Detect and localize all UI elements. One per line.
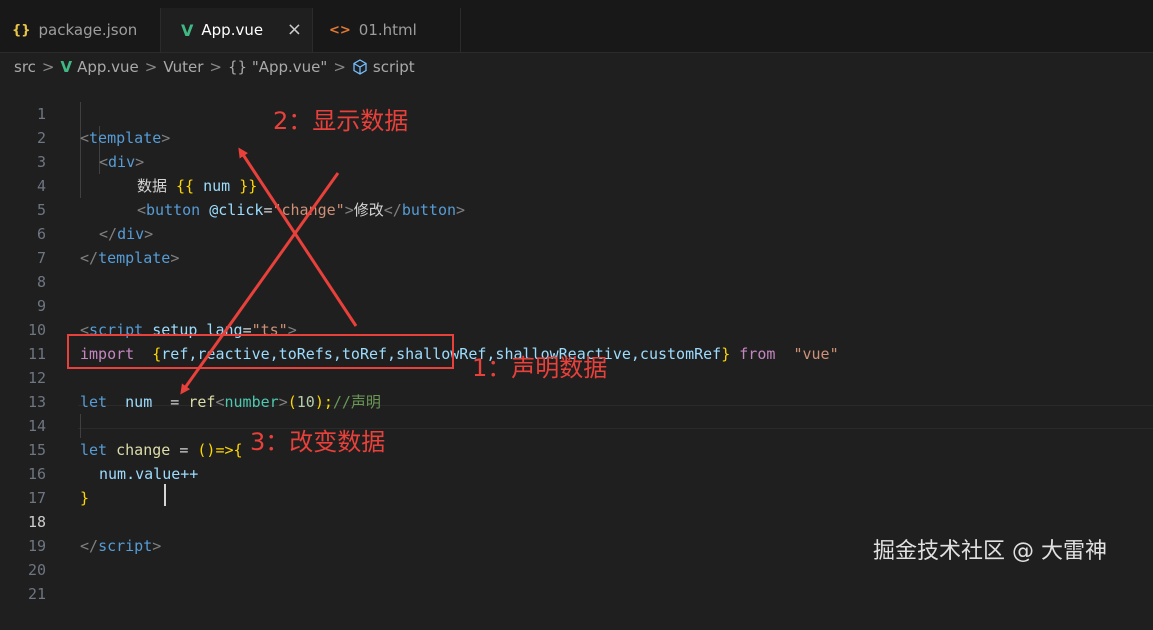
watermark: 掘金技术社区 @ 大雷神 xyxy=(873,539,1107,564)
arrow-click-to-change xyxy=(180,172,340,395)
annotation-declare-data: 1：声明数据 xyxy=(472,354,608,382)
annotation-arrows xyxy=(180,147,358,395)
arrow-declare-to-display xyxy=(238,147,358,327)
annotation-display-data: 2：显示数据 xyxy=(273,107,409,135)
annotation-change-data: 3：改变数据 xyxy=(250,428,386,456)
line-number: 21 xyxy=(27,585,46,603)
